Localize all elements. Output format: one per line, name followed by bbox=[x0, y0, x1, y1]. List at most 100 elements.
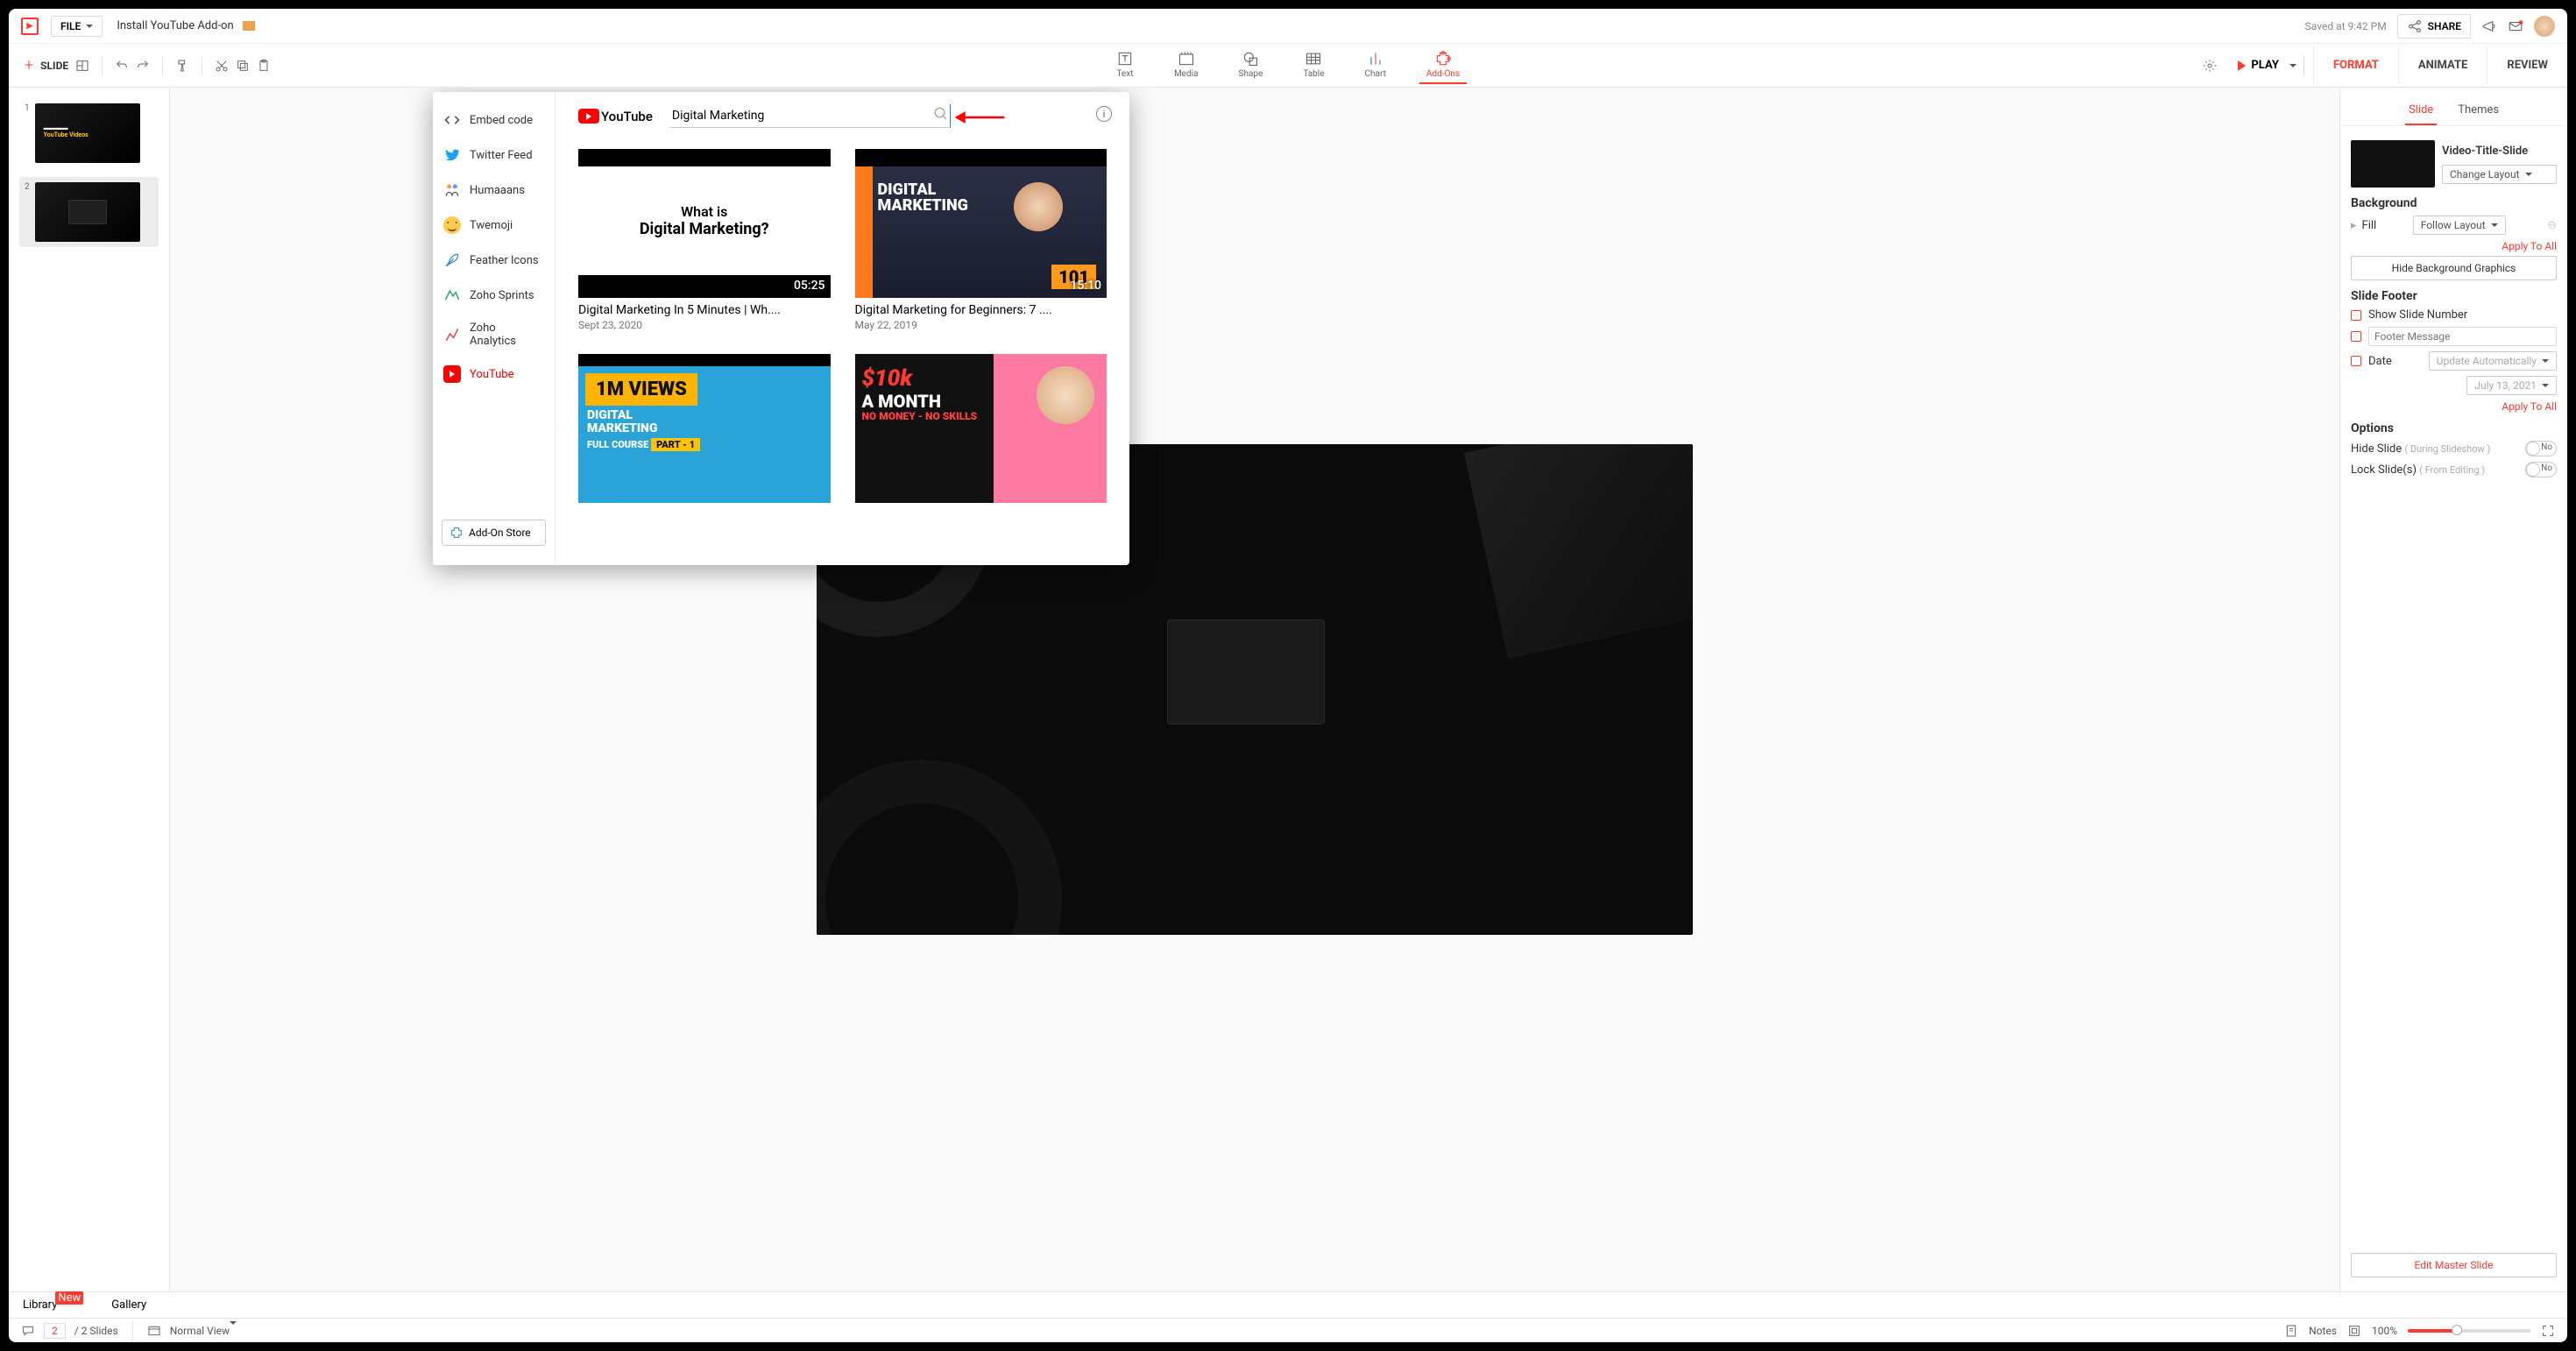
insert-shape[interactable]: Shape bbox=[1232, 46, 1270, 84]
title-bar-right: Saved at 9:42 PM SHARE bbox=[2305, 14, 2555, 39]
tab-animate[interactable]: ANIMATE bbox=[2398, 46, 2488, 85]
date-mode-select[interactable]: Update Automatically bbox=[2429, 351, 2557, 371]
thumb-preview bbox=[35, 182, 140, 242]
edit-master-button[interactable]: Edit Master Slide bbox=[2351, 1253, 2557, 1277]
subtab-slide[interactable]: Slide bbox=[2405, 96, 2437, 125]
youtube-search-input[interactable] bbox=[670, 104, 951, 128]
user-avatar[interactable] bbox=[2534, 16, 2555, 37]
notes-button[interactable]: Notes bbox=[2309, 1325, 2337, 1337]
folder-icon[interactable] bbox=[243, 21, 255, 31]
insert-table[interactable]: Table bbox=[1296, 46, 1331, 84]
placeholder-object[interactable] bbox=[1167, 619, 1325, 725]
apply-to-all-link-2[interactable]: Apply To All bbox=[2351, 400, 2557, 413]
current-slide-input[interactable]: 2 bbox=[44, 1323, 66, 1339]
paste-icon[interactable] bbox=[257, 59, 271, 73]
change-layout-button[interactable]: Change Layout bbox=[2442, 165, 2557, 184]
youtube-result-1[interactable]: What isDigital Marketing? 05:25 Digital … bbox=[578, 149, 831, 331]
share-button[interactable]: SHARE bbox=[2397, 14, 2471, 39]
file-menu[interactable]: FILE bbox=[51, 16, 103, 37]
new-badge: New bbox=[55, 1291, 83, 1305]
insert-addons[interactable]: Add-Ons bbox=[1419, 46, 1467, 84]
file-label: FILE bbox=[60, 20, 81, 32]
toolbar-left: + SLIDE bbox=[9, 56, 271, 75]
library-bar: LibraryNew Gallery bbox=[9, 1291, 2567, 1318]
megaphone-icon[interactable] bbox=[2481, 18, 2497, 34]
format-painter-icon[interactable] bbox=[175, 59, 189, 73]
library-tab[interactable]: LibraryNew bbox=[23, 1298, 85, 1312]
redo-icon[interactable] bbox=[136, 59, 150, 73]
annotation-arrow bbox=[953, 110, 1006, 129]
slide-thumb-1[interactable]: 1 ▬▬▬▬YouTube Videos bbox=[19, 98, 159, 168]
slide-panel: 1 ▬▬▬▬YouTube Videos 2 bbox=[9, 88, 170, 1291]
youtube-result-3[interactable]: 1M VIEWS DIGITALMARKETING FULL COURSE PA… bbox=[578, 354, 831, 503]
canvas-area[interactable]: Embed code Twitter Feed Humaaans ●●Twemo… bbox=[170, 88, 2339, 1291]
fit-icon[interactable] bbox=[2347, 1324, 2361, 1338]
fill-label: Fill bbox=[2362, 219, 2377, 232]
lock-slide-toggle[interactable]: No bbox=[2525, 462, 2557, 477]
layout-icon[interactable] bbox=[75, 59, 89, 73]
cut-icon[interactable] bbox=[215, 59, 229, 73]
plus-icon[interactable]: + bbox=[25, 56, 33, 74]
comments-icon[interactable] bbox=[21, 1324, 35, 1338]
addon-zoho-sprints[interactable]: Zoho Sprints bbox=[433, 278, 555, 313]
gallery-tab[interactable]: Gallery bbox=[111, 1298, 146, 1312]
youtube-result-4[interactable]: $10kA MONTHNO MONEY - NO SKILLS bbox=[855, 354, 1108, 503]
fullscreen-icon[interactable] bbox=[2541, 1324, 2555, 1338]
remove-icon[interactable]: ⊖ bbox=[2547, 219, 2557, 232]
addons-modal: Embed code Twitter Feed Humaaans ●●Twemo… bbox=[433, 92, 1129, 565]
view-mode-select[interactable]: Normal View bbox=[170, 1325, 237, 1337]
notes-icon[interactable] bbox=[2284, 1324, 2298, 1338]
insert-chart[interactable]: Chart bbox=[1358, 46, 1393, 84]
zoom-value: 100% bbox=[2372, 1325, 2397, 1337]
footer-message-checkbox[interactable] bbox=[2351, 327, 2557, 346]
youtube-search-wrap bbox=[670, 104, 951, 128]
chevron-down-icon bbox=[2491, 223, 2498, 227]
duration-badge: 15:10 bbox=[1070, 279, 1101, 293]
addon-humaaans[interactable]: Humaaans bbox=[433, 173, 555, 208]
date-value-select[interactable]: July 13, 2021 bbox=[2466, 376, 2557, 395]
insert-media[interactable]: Media bbox=[1167, 46, 1206, 84]
subtab-themes[interactable]: Themes bbox=[2454, 96, 2502, 125]
insert-text[interactable]: Text bbox=[1109, 46, 1141, 84]
fill-select[interactable]: Follow Layout bbox=[2413, 216, 2506, 235]
zoom-slider[interactable] bbox=[2408, 1329, 2530, 1333]
toolbar-right: PLAY FORMAT ANIMATE REVIEW bbox=[2203, 46, 2567, 85]
tab-format[interactable]: FORMAT bbox=[2313, 46, 2398, 85]
result-title: Digital Marketing for Beginners: 7 .... bbox=[855, 303, 1108, 317]
search-icon[interactable] bbox=[933, 106, 949, 122]
footer-message-input[interactable] bbox=[2368, 327, 2557, 346]
apply-to-all-link[interactable]: Apply To All bbox=[2351, 240, 2557, 252]
info-icon[interactable]: i bbox=[1096, 106, 1112, 122]
addon-store-button[interactable]: Add-On Store bbox=[442, 520, 546, 546]
toolbar: + SLIDE Text Media Shape Table Chart Add… bbox=[9, 44, 2567, 88]
addon-embed-code[interactable]: Embed code bbox=[433, 103, 555, 138]
share-label: SHARE bbox=[2428, 20, 2461, 32]
new-slide-button[interactable]: SLIDE bbox=[40, 60, 68, 72]
addon-feather-icons[interactable]: Feather Icons bbox=[433, 243, 555, 278]
saved-status: Saved at 9:42 PM bbox=[2305, 20, 2387, 32]
date-checkbox[interactable]: Date Update Automatically bbox=[2351, 351, 2557, 371]
youtube-search-header: YouTube i bbox=[578, 104, 1107, 128]
hide-bg-graphics-button[interactable]: Hide Background Graphics bbox=[2351, 256, 2557, 280]
view-mode-icon[interactable] bbox=[147, 1324, 161, 1338]
undo-icon[interactable] bbox=[115, 59, 129, 73]
show-slide-number-checkbox[interactable]: Show Slide Number bbox=[2351, 308, 2557, 322]
gear-icon[interactable] bbox=[2203, 59, 2217, 73]
copy-icon[interactable] bbox=[236, 59, 250, 73]
addon-twitter-feed[interactable]: Twitter Feed bbox=[433, 138, 555, 173]
addon-zoho-analytics[interactable]: Zoho Analytics bbox=[433, 313, 555, 357]
puzzle-icon bbox=[449, 526, 464, 540]
slide-thumb-2[interactable]: 2 bbox=[19, 177, 159, 247]
tab-review[interactable]: REVIEW bbox=[2487, 46, 2567, 85]
hide-slide-toggle[interactable]: No bbox=[2525, 441, 2557, 456]
addon-twemoji[interactable]: ●●Twemoji bbox=[433, 208, 555, 243]
document-title[interactable]: Install YouTube Add-on bbox=[117, 19, 233, 32]
play-button[interactable]: PLAY bbox=[2231, 55, 2304, 75]
youtube-result-2[interactable]: DIGITALMARKETING 101 15:10 Digital Marke… bbox=[855, 149, 1108, 331]
mail-icon[interactable] bbox=[2508, 18, 2523, 34]
youtube-results-grid: What isDigital Marketing? 05:25 Digital … bbox=[578, 149, 1107, 503]
chevron-down-icon[interactable] bbox=[2289, 64, 2296, 67]
app-window: ▶ FILE Install YouTube Add-on Saved at 9… bbox=[9, 9, 2567, 1342]
inspector-tabs: FORMAT ANIMATE REVIEW bbox=[2313, 46, 2567, 85]
addon-youtube[interactable]: YouTube bbox=[433, 357, 555, 392]
